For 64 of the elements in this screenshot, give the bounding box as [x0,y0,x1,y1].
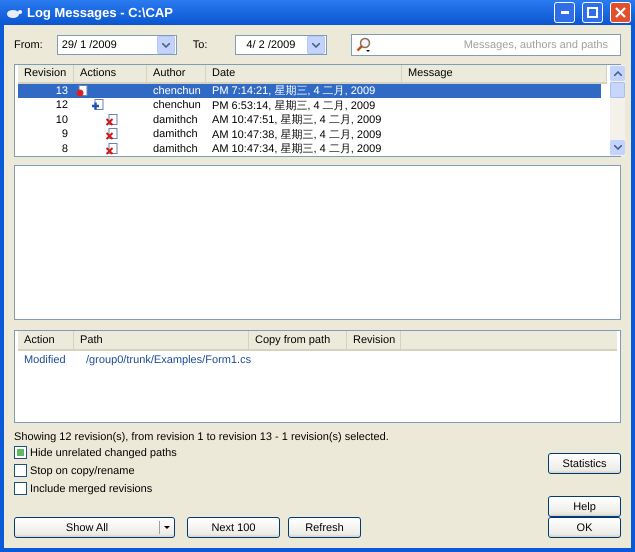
column-header[interactable]: Author [147,65,206,82]
maximize-icon [587,7,598,18]
chevron-down-icon [312,42,320,48]
maximize-button[interactable] [582,2,603,23]
to-label: To: [192,39,208,51]
action-cell-text: Modified [23,354,67,366]
revision-row[interactable]: 13 chenchun PM 7:14:21, 星期三, 4 二月, 2009 [18,84,601,98]
help-button[interactable]: Help [548,496,621,517]
path-cell-text: /group0/trunk/Examples/Form1.cs [85,354,252,366]
date-cell-text: PM 7:14:21, 星期三, 4 二月, 2009 [211,84,376,98]
date-cell-text: AM 10:47:51, 星期三, 4 二月, 2009 [211,113,382,128]
column-header[interactable]: Path [74,331,249,349]
statistics-button[interactable]: Statistics [548,453,621,474]
author-cell-text: damithch [152,114,199,126]
next-button[interactable]: Next 100 [187,517,280,538]
chevron-down-icon [614,145,622,150]
alert-document-icon [76,84,88,97]
to-date-picker[interactable]: 4/ 2 /2009 [235,35,328,55]
column-header[interactable]: Actions [74,65,147,82]
minimize-button[interactable] [554,2,575,23]
status-text: Showing 12 revision(s), from revision 1 to revision 13 - 1 revision(s) selected. [14,431,390,443]
column-header[interactable]: Revision [18,65,74,82]
show-all-split-button[interactable]: Show All [14,517,175,538]
revision-row[interactable]: 8 damithch AM 10:47:34, 星期三, 4 二月, 2009 [18,142,601,156]
column-header[interactable]: Revision [347,331,401,349]
column-header[interactable]: Message [402,65,607,82]
date-cell-text: AM 10:47:34, 星期三, 4 二月, 2009 [211,142,382,156]
option-checkbox[interactable]: Include merged revisions [14,482,177,495]
search-icon [356,37,372,53]
option-checkbox[interactable]: Stop on copy/rename [14,464,177,477]
column-header[interactable]: Action [18,331,74,349]
column-header[interactable]: Copy from path [249,331,347,349]
chevron-down-icon [162,42,170,48]
scroll-thumb[interactable] [610,82,625,98]
author-cell-text: chenchun [152,84,202,97]
revision-cell-text: 9 [60,128,69,140]
ok-button[interactable]: OK [548,517,621,538]
column-header[interactable]: Date [206,65,402,82]
revision-cell-text: 10 [54,114,69,126]
refresh-button[interactable]: Refresh [288,517,361,538]
chevron-up-icon [614,71,622,76]
revision-row[interactable]: 12 chenchun PM 6:53:14, 星期三, 4 二月, 2009 [18,98,601,112]
caret-icon [164,526,170,529]
author-cell-text: damithch [152,128,199,140]
close-icon [615,7,626,18]
revision-cell-text: 8 [60,142,69,155]
from-label: From: [14,39,43,51]
plus-document-icon [92,99,104,112]
revision-cell-text: 13 [54,84,69,97]
author-cell-text: chenchun [152,99,202,112]
revision-cell-text: 12 [54,99,69,112]
revision-row[interactable]: 10 damithch AM 10:47:51, 星期三, 4 二月, 2009 [18,112,601,127]
window-title: Log Messages - C:\CAP [27,5,174,20]
date-cell-text: PM 6:53:14, 星期三, 4 二月, 2009 [211,98,376,113]
minimize-icon [560,11,568,14]
scrollbar[interactable] [610,65,625,156]
date-cell-text: AM 10:47:38, 星期三, 4 二月, 2009 [211,128,382,142]
cross-document-icon [106,114,118,126]
close-button[interactable] [610,2,631,23]
author-cell-text: damithch [152,142,199,155]
from-date-picker[interactable]: 29/ 1 /2009 [56,35,177,55]
cross-document-icon [106,128,118,140]
revision-row[interactable]: 9 damithch AM 10:47:38, 星期三, 4 二月, 2009 [18,127,601,142]
option-checkbox[interactable]: Hide unrelated changed paths [14,446,177,459]
